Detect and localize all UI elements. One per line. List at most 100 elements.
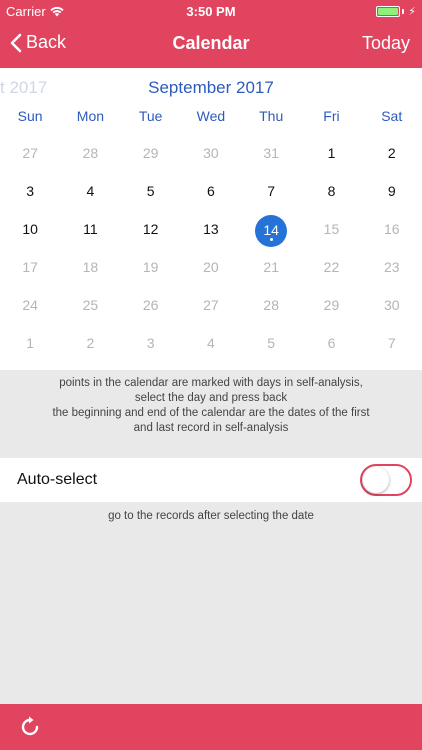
calendar-day[interactable]: 10: [0, 210, 60, 248]
calendar-day[interactable]: 11: [60, 210, 120, 248]
calendar-day: 3: [121, 324, 181, 362]
today-button[interactable]: Today: [362, 33, 410, 54]
weekday-thu: Thu: [259, 108, 284, 124]
day-number: 7: [387, 335, 396, 351]
calendar-day: 1: [0, 324, 60, 362]
calendar-day: 29: [121, 134, 181, 172]
selected-day-number: 14: [255, 215, 288, 247]
info-text: points in the calendar are marked with d…: [20, 376, 402, 436]
calendar-day[interactable]: 9: [362, 172, 422, 210]
calendar-day[interactable]: 4: [60, 172, 120, 210]
calendar-day: 15: [301, 210, 361, 248]
calendar-day: 18: [60, 248, 120, 286]
month-header: t 2017 September 2017: [0, 76, 422, 100]
auto-select-hint: go to the records after selecting the da…: [108, 510, 314, 522]
day-number: 11: [83, 221, 98, 237]
refresh-icon[interactable]: [18, 715, 42, 739]
calendar-week-row: 10 11 12 13 14 15 16: [0, 210, 422, 248]
day-number: 29: [323, 297, 340, 313]
info-line: and last record in self-analysis: [133, 422, 289, 434]
record-dot-marker: [269, 238, 273, 241]
calendar-day: 21: [241, 248, 301, 286]
calendar-day: 26: [121, 286, 181, 324]
day-number: 18: [82, 259, 99, 275]
day-number: 22: [323, 259, 340, 275]
calendar-week-row: 3 4 5 6 7 8 9: [0, 172, 422, 210]
calendar-day: 19: [121, 248, 181, 286]
day-number: 3: [146, 335, 155, 351]
day-number: 1: [26, 335, 35, 351]
current-month-label: September 2017: [148, 78, 274, 97]
day-number: 21: [263, 259, 279, 275]
day-number: 1: [327, 145, 336, 161]
calendar-week-row: 24 25 26 27 28 29 30: [0, 286, 422, 324]
calendar-day: 29: [301, 286, 361, 324]
day-number: 13: [203, 221, 219, 237]
info-line: points in the calendar are marked with d…: [59, 377, 363, 389]
bottom-toolbar: [0, 704, 422, 750]
calendar-day: 27: [0, 134, 60, 172]
calendar-day: 30: [362, 286, 422, 324]
calendar-day: 16: [362, 210, 422, 248]
calendar-day[interactable]: 6: [181, 172, 241, 210]
day-number: 10: [22, 221, 38, 237]
charging-icon: ⚡: [408, 6, 416, 18]
calendar-day: 30: [181, 134, 241, 172]
toggle-knob: [363, 467, 389, 493]
calendar-day: 28: [60, 134, 120, 172]
calendar-day: 24: [0, 286, 60, 324]
day-number: 28: [263, 297, 279, 313]
day-number: 20: [203, 259, 219, 275]
calendar-day: 6: [301, 324, 361, 362]
day-number: 30: [383, 297, 400, 313]
day-number: 30: [203, 145, 219, 161]
weekday-header: Sun Mon Tue Wed Thu Fri Sat: [0, 108, 422, 124]
calendar-day[interactable]: 5: [121, 172, 181, 210]
top-bar: Carrier 3:50 PM ⚡ Back Calendar Today: [0, 0, 422, 68]
calendar-week-row: 17 18 19 20 21 22 23: [0, 248, 422, 286]
weekday-sun: Sun: [17, 108, 43, 124]
day-number: 24: [22, 297, 38, 313]
day-number: 28: [82, 145, 99, 161]
day-number: 31: [263, 145, 279, 161]
day-number: 8: [327, 183, 336, 199]
calendar: t 2017 September 2017 Sun Mon Tue Wed Thu Fri…: [0, 68, 422, 370]
calendar-day: 22: [301, 248, 361, 286]
day-number: 6: [327, 335, 336, 351]
calendar-day: 7: [362, 324, 422, 362]
auto-select-row: Auto-select: [0, 458, 422, 502]
day-number: 3: [26, 183, 35, 199]
calendar-day: 31: [241, 134, 301, 172]
day-number: 27: [203, 297, 219, 313]
calendar-day: 4: [181, 324, 241, 362]
weekday-wed: Wed: [196, 108, 226, 124]
auto-select-label: Auto-select: [17, 471, 98, 488]
calendar-day: 17: [0, 248, 60, 286]
calendar-day[interactable]: 12: [121, 210, 181, 248]
day-number: 12: [142, 221, 159, 237]
day-number: 2: [387, 145, 396, 161]
day-number: 6: [207, 183, 215, 199]
day-number: 17: [22, 259, 38, 275]
calendar-day[interactable]: 3: [0, 172, 60, 210]
calendar-day: 28: [241, 286, 301, 324]
day-number: 5: [146, 183, 155, 199]
day-number: 4: [207, 335, 215, 351]
info-line: select the day and press back: [134, 392, 288, 404]
calendar-day: 2: [60, 324, 120, 362]
calendar-day[interactable]: 7: [241, 172, 301, 210]
day-number: 19: [142, 259, 159, 275]
calendar-day: 23: [362, 248, 422, 286]
calendar-day[interactable]: 2: [362, 134, 422, 172]
calendar-day[interactable]: 1: [301, 134, 361, 172]
calendar-day[interactable]: 13: [181, 210, 241, 248]
calendar-day: 20: [181, 248, 241, 286]
calendar-day[interactable]: 8: [301, 172, 361, 210]
auto-select-toggle[interactable]: [360, 464, 412, 496]
calendar-day-selected[interactable]: 14: [241, 210, 301, 248]
calendar-week-row: 1 2 3 4 5 6 7: [0, 324, 422, 362]
status-time: 3:50 PM: [186, 4, 236, 19]
page-title: Calendar: [172, 33, 250, 53]
day-number: 26: [142, 297, 159, 313]
day-number: 7: [267, 183, 276, 199]
